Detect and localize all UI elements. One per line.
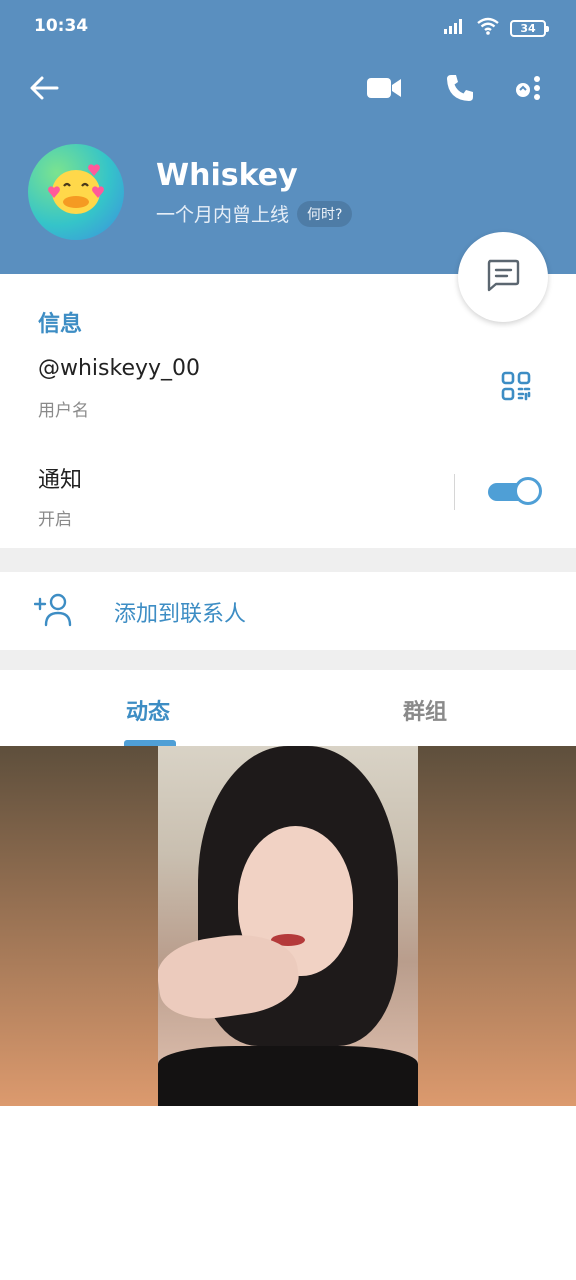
photo-dress-shape	[158, 1046, 418, 1106]
section-separator-2	[0, 650, 576, 670]
username-label: 用户名	[38, 401, 89, 421]
status-time: 10:34	[34, 16, 89, 36]
tab-groups[interactable]: 群组	[403, 694, 447, 726]
last-seen-status: 一个月内曾上线 何时?	[156, 200, 353, 227]
add-to-contacts-label: 添加到联系人	[114, 602, 247, 627]
notifications-state: 开启	[38, 510, 72, 530]
phone-icon	[445, 73, 475, 107]
status-bar: 10:34 34	[0, 0, 576, 56]
battery-indicator: 34	[510, 19, 549, 37]
info-section-title: 信息	[38, 312, 83, 337]
add-to-contacts-button[interactable]: 添加到联系人	[0, 572, 576, 650]
back-button[interactable]	[22, 68, 66, 112]
avatar[interactable]	[28, 144, 124, 240]
status-icons: 34	[444, 17, 549, 39]
message-button[interactable]	[458, 232, 548, 322]
story-photo[interactable]	[158, 746, 418, 1106]
notifications-label: 通知	[38, 468, 83, 493]
qr-code-icon	[500, 371, 532, 406]
notifications-divider	[454, 474, 455, 510]
video-call-button[interactable]	[362, 68, 406, 112]
last-seen-when-chip[interactable]: 何时?	[297, 200, 353, 227]
qr-code-button[interactable]	[500, 370, 536, 406]
more-options-button[interactable]	[506, 68, 550, 112]
signal-icon	[444, 18, 466, 38]
add-person-icon	[33, 592, 74, 632]
username-value: @whiskeyy_00	[38, 356, 201, 381]
profile-tabs: 动态 群组	[0, 670, 576, 746]
chat-icon	[485, 258, 521, 296]
smiling-duck-emoji-icon	[45, 162, 107, 222]
video-camera-icon	[366, 76, 402, 104]
voice-call-button[interactable]	[438, 68, 482, 112]
more-options-icon	[513, 73, 543, 107]
last-seen-text: 一个月内曾上线	[156, 204, 290, 226]
toggle-knob	[514, 477, 542, 505]
wifi-icon	[476, 17, 500, 39]
tab-stories[interactable]: 动态	[126, 694, 170, 726]
notifications-toggle[interactable]	[488, 477, 542, 507]
section-separator	[0, 548, 576, 572]
arrow-left-icon	[29, 75, 59, 105]
profile-name: Whiskey	[156, 158, 298, 193]
